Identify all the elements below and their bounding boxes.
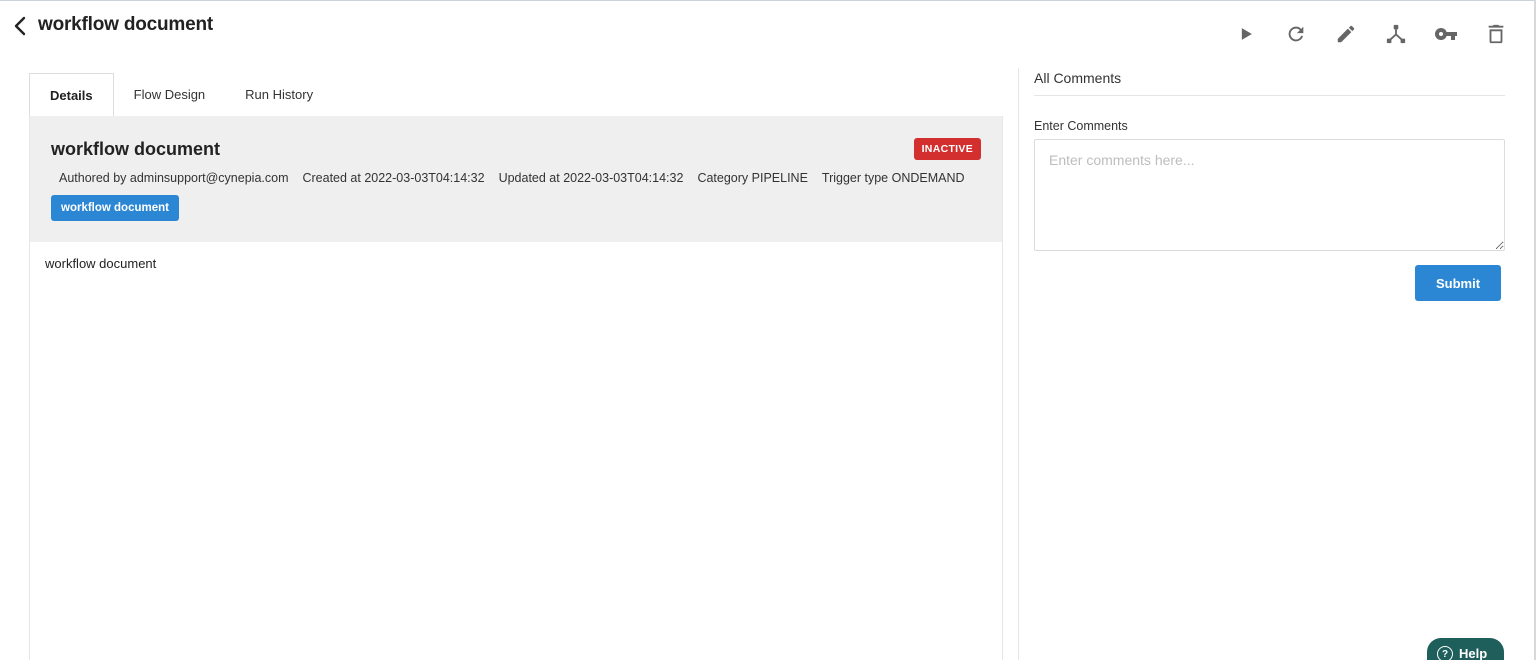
tab-flow-design[interactable]: Flow Design [114,73,226,117]
meta-updated: Updated at 2022-03-03T04:14:32 [498,171,684,185]
help-label: Help [1459,646,1488,660]
pencil-icon [1337,25,1355,43]
back-button[interactable] [10,14,32,38]
meta-trigger: Trigger type ONDEMAND [821,171,965,185]
submit-button[interactable]: Submit [1415,265,1501,301]
refresh-icon [1288,26,1304,42]
metadata-row: Authored by adminsupport@cynepia.com Cre… [59,171,965,185]
tab-details[interactable]: Details [29,73,114,117]
fork-icon [1386,24,1406,44]
trash-icon [1488,24,1504,44]
play-icon [1241,28,1252,40]
tag-chip[interactable]: workflow document [51,195,179,221]
delete-button[interactable] [1484,22,1508,46]
toolbar [1234,22,1508,46]
run-button[interactable] [1234,22,1258,46]
page-header: workflow document [0,0,1536,60]
meta-author: Authored by adminsupport@cynepia.com [59,171,289,185]
chevron-left-icon [14,16,26,36]
document-body: workflow document [45,256,157,271]
help-button[interactable]: ? Help [1427,638,1504,660]
panel-divider [1018,68,1019,660]
comments-panel: All Comments Enter Comments Submit [1034,68,1505,301]
status-badge: INACTIVE [913,138,981,160]
question-circle-icon: ? [1437,646,1453,660]
refresh-button[interactable] [1284,22,1308,46]
details-panel: workflow document INACTIVE Authored by a… [29,116,1003,660]
meta-category: Category PIPELINE [697,171,808,185]
edit-button[interactable] [1334,22,1358,46]
fork-button[interactable] [1384,22,1408,46]
tab-run-history[interactable]: Run History [225,73,333,117]
comments-title: All Comments [1034,68,1505,96]
comments-input[interactable] [1034,139,1505,251]
meta-created: Created at 2022-03-03T04:14:32 [302,171,485,185]
comments-input-label: Enter Comments [1034,119,1128,133]
tab-bar: Details Flow Design Run History [29,73,333,117]
key-icon [1434,28,1457,40]
page-title: workflow document [38,14,213,35]
document-title: workflow document [51,139,221,159]
key-button[interactable] [1434,22,1458,46]
details-header: workflow document INACTIVE Authored by a… [30,116,1002,242]
